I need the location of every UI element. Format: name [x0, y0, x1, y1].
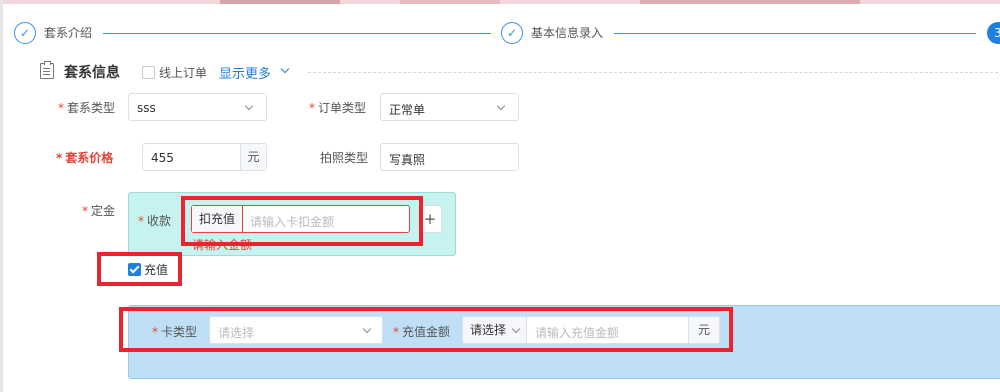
section-title: 套系信息 [64, 65, 120, 81]
photo-type-value: 写真照 [389, 153, 426, 167]
package-type-select[interactable]: sss [128, 93, 267, 121]
collect-label: * 收款 [138, 214, 172, 228]
deposit-label: * 定金 [82, 204, 116, 218]
package-price-label: * 套系价格 [56, 151, 114, 165]
price-unit: 元 [240, 144, 266, 170]
step-3-circle[interactable]: 3 [987, 22, 1000, 44]
document-icon [40, 61, 54, 79]
highlight-box-recharge [97, 252, 182, 286]
package-type-label: * 套系类型 [58, 101, 116, 115]
highlight-box-deposit [181, 196, 423, 246]
step-1-label: 套系介绍 [44, 26, 93, 40]
photo-type-input[interactable]: 写真照 [380, 143, 519, 171]
step-connector-2 [614, 33, 976, 34]
top-banner [0, 0, 1000, 4]
order-type-value: 正常单 [389, 103, 426, 117]
chevron-down-icon [496, 101, 506, 111]
online-order-label: 线上订单 [159, 66, 208, 80]
step-2-check-icon[interactable]: ✓ [501, 22, 523, 44]
online-order-checkbox[interactable] [142, 66, 155, 79]
order-type-select[interactable]: 正常单 [380, 93, 519, 121]
show-more-link[interactable]: 显示更多 [219, 63, 271, 82]
photo-type-label: 拍照类型 [320, 151, 369, 165]
package-type-value: sss [137, 101, 156, 115]
step-2-label: 基本信息录入 [531, 26, 604, 40]
package-price-value: 455 [151, 151, 174, 165]
section-divider [308, 72, 998, 73]
step-connector-1 [103, 33, 491, 34]
step-1-check-icon[interactable]: ✓ [14, 22, 36, 44]
chevron-down-icon [244, 101, 254, 111]
package-price-input[interactable]: 455 元 [142, 143, 267, 171]
highlight-box-card [119, 307, 733, 352]
chevron-down-icon[interactable] [280, 64, 290, 74]
order-type-label: * 订单类型 [309, 101, 367, 115]
left-border [0, 0, 3, 392]
